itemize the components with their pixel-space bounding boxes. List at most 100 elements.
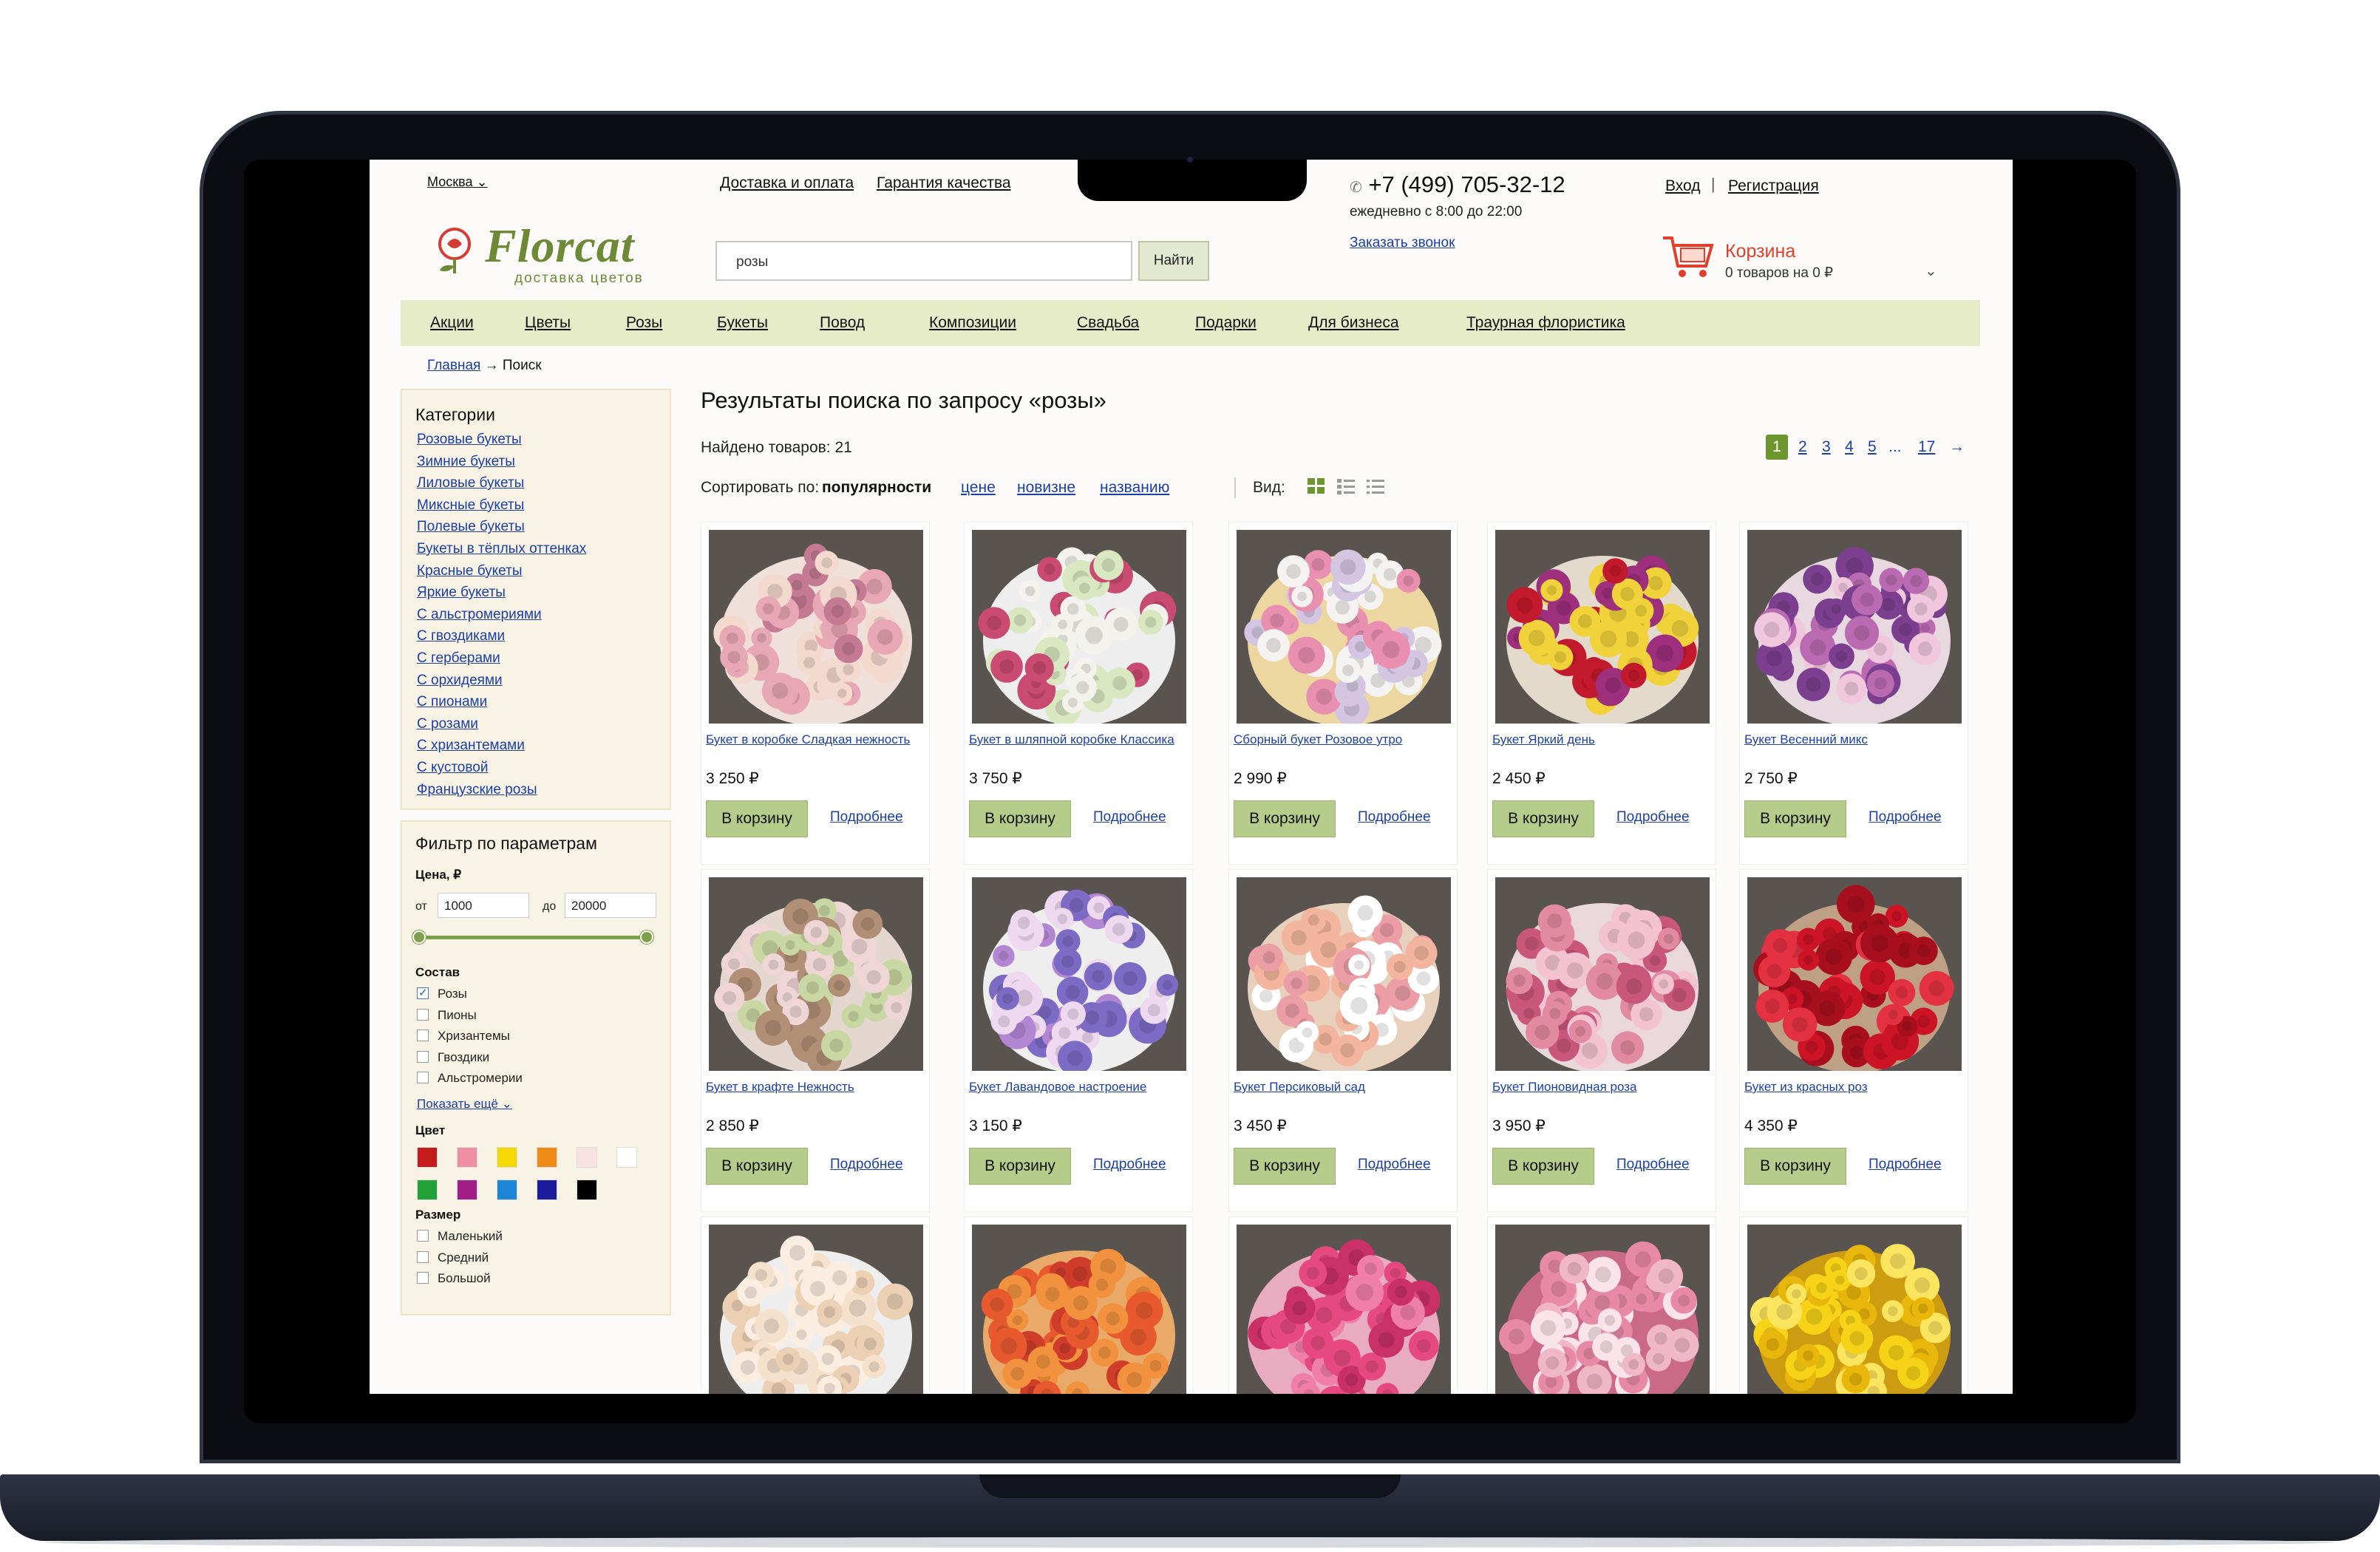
product-name-link[interactable]: Букет Персиковый сад bbox=[1234, 1080, 1365, 1095]
details-link[interactable]: Подробнее bbox=[1616, 1157, 1690, 1173]
sort-option-new[interactable]: новизне bbox=[1017, 479, 1075, 497]
color-swatch[interactable] bbox=[417, 1180, 438, 1200]
category-link[interactable]: Букеты в тёплых оттенках bbox=[417, 541, 586, 557]
breadcrumb-home[interactable]: Главная bbox=[427, 358, 480, 373]
category-link[interactable]: Красные букеты bbox=[417, 563, 522, 579]
composition-checkbox[interactable] bbox=[417, 1008, 429, 1021]
price-slider-min-handle[interactable] bbox=[412, 930, 426, 944]
details-link[interactable]: Подробнее bbox=[830, 809, 903, 826]
product-name-link[interactable]: Букет Весенний микс bbox=[1744, 732, 1868, 747]
category-link[interactable]: Зимние букеты bbox=[417, 454, 515, 470]
category-link[interactable]: С розами bbox=[417, 716, 478, 732]
composition-checkbox[interactable] bbox=[417, 1050, 429, 1063]
search-input[interactable]: розы bbox=[715, 241, 1132, 281]
color-swatch[interactable] bbox=[497, 1147, 517, 1168]
logo[interactable]: Florcat доставка цветов bbox=[427, 219, 656, 293]
add-to-cart-button[interactable]: В корзину bbox=[1492, 1148, 1594, 1185]
register-link[interactable]: Регистрация bbox=[1728, 177, 1819, 195]
product-photo[interactable] bbox=[972, 1225, 1186, 1394]
size-checkbox[interactable] bbox=[417, 1250, 429, 1263]
category-link[interactable]: Полевые букеты bbox=[417, 519, 525, 535]
product-photo[interactable] bbox=[1237, 530, 1451, 724]
product-photo[interactable] bbox=[1495, 1225, 1710, 1394]
price-to-input[interactable]: 20000 bbox=[565, 893, 656, 918]
product-photo[interactable] bbox=[1495, 877, 1710, 1071]
color-swatch[interactable] bbox=[457, 1180, 477, 1200]
nav-item-wedding[interactable]: Свадьба bbox=[1077, 314, 1139, 332]
product-photo[interactable] bbox=[1747, 877, 1962, 1071]
add-to-cart-button[interactable]: В корзину bbox=[969, 1148, 1071, 1185]
composition-checkbox[interactable] bbox=[417, 1029, 429, 1041]
details-link[interactable]: Подробнее bbox=[1869, 809, 1942, 826]
page-link[interactable]: 2 bbox=[1798, 435, 1807, 460]
nav-item-flowers[interactable]: Цветы bbox=[525, 314, 571, 332]
sort-option-price[interactable]: цене bbox=[961, 479, 996, 497]
category-link[interactable]: Французские розы bbox=[417, 782, 537, 798]
color-swatch[interactable] bbox=[417, 1147, 438, 1168]
product-name-link[interactable]: Букет Пионовидная роза bbox=[1492, 1080, 1637, 1095]
product-name-link[interactable]: Букет из красных роз bbox=[1744, 1080, 1868, 1095]
page-link[interactable]: 4 bbox=[1845, 435, 1854, 460]
add-to-cart-button[interactable]: В корзину bbox=[1492, 800, 1594, 837]
nav-item-compositions[interactable]: Композиции bbox=[929, 314, 1016, 332]
details-link[interactable]: Подробнее bbox=[1358, 1157, 1431, 1173]
details-link[interactable]: Подробнее bbox=[830, 1157, 903, 1173]
show-more-link[interactable]: Показать ещё ⌄ bbox=[417, 1097, 512, 1112]
add-to-cart-button[interactable]: В корзину bbox=[969, 800, 1071, 837]
product-photo[interactable] bbox=[972, 877, 1186, 1071]
category-link[interactable]: С хризантемами bbox=[417, 738, 525, 754]
price-slider-track[interactable] bbox=[418, 936, 646, 939]
add-to-cart-button[interactable]: В корзину bbox=[1744, 1148, 1846, 1185]
chevron-down-icon[interactable]: ⌄ bbox=[1925, 262, 1937, 280]
cart-icon[interactable] bbox=[1662, 234, 1715, 281]
product-name-link[interactable]: Букет Лавандовое настроение bbox=[969, 1080, 1146, 1095]
product-name-link[interactable]: Сборный букет Розовое утро bbox=[1234, 732, 1402, 747]
product-name-link[interactable]: Букет в коробке Сладкая нежность bbox=[706, 732, 910, 747]
product-name-link[interactable]: Букет Яркий день bbox=[1492, 732, 1595, 747]
product-photo[interactable] bbox=[1747, 1225, 1962, 1394]
size-checkbox[interactable] bbox=[417, 1230, 429, 1242]
add-to-cart-button[interactable]: В корзину bbox=[706, 1148, 808, 1185]
color-swatch[interactable] bbox=[577, 1147, 597, 1168]
product-photo[interactable] bbox=[1495, 530, 1710, 724]
table-view-icon[interactable] bbox=[1366, 477, 1385, 495]
page-link[interactable]: 17 bbox=[1918, 435, 1935, 460]
details-link[interactable]: Подробнее bbox=[1869, 1157, 1942, 1173]
category-link[interactable]: С герберами bbox=[417, 650, 500, 667]
add-to-cart-button[interactable]: В корзину bbox=[1234, 800, 1336, 837]
nav-item-bouquets[interactable]: Букеты bbox=[717, 314, 768, 332]
category-link[interactable]: С альстромериями bbox=[417, 607, 542, 623]
composition-checkbox[interactable] bbox=[417, 986, 429, 999]
sort-option-name[interactable]: названию bbox=[1100, 479, 1169, 497]
login-link[interactable]: Вход bbox=[1665, 177, 1701, 195]
product-photo[interactable] bbox=[1237, 877, 1451, 1071]
product-photo[interactable] bbox=[709, 1225, 923, 1394]
price-from-input[interactable]: 1000 bbox=[438, 893, 529, 918]
color-swatch[interactable] bbox=[616, 1147, 637, 1168]
search-button[interactable]: Найти bbox=[1138, 241, 1209, 281]
category-link[interactable]: Миксные букеты bbox=[417, 497, 524, 514]
add-to-cart-button[interactable]: В корзину bbox=[1744, 800, 1846, 837]
callback-link[interactable]: Заказать звонок bbox=[1350, 235, 1455, 251]
details-link[interactable]: Подробнее bbox=[1093, 809, 1166, 826]
quality-link[interactable]: Гарантия качества bbox=[877, 174, 1011, 192]
nav-item-business[interactable]: Для бизнеса bbox=[1308, 314, 1399, 332]
composition-checkbox[interactable] bbox=[417, 1072, 429, 1083]
page-link[interactable]: 5 bbox=[1868, 435, 1877, 460]
cart-title[interactable]: Корзина bbox=[1725, 241, 1795, 262]
grid-view-icon[interactable] bbox=[1307, 477, 1326, 495]
next-page-arrow[interactable]: → bbox=[1949, 435, 1965, 460]
nav-item-gifts[interactable]: Подарки bbox=[1195, 314, 1257, 332]
list-view-icon[interactable] bbox=[1336, 477, 1356, 495]
phone-number[interactable]: ✆ +7 (499) 705-32-12 bbox=[1350, 171, 1565, 198]
category-link[interactable]: С пионами bbox=[417, 694, 487, 710]
product-photo[interactable] bbox=[1237, 1225, 1451, 1394]
product-photo[interactable] bbox=[709, 877, 923, 1071]
nav-item-promo[interactable]: Акции bbox=[430, 314, 474, 332]
category-link[interactable]: С гвоздиками bbox=[417, 628, 505, 644]
page-link[interactable]: 3 bbox=[1822, 435, 1831, 460]
product-name-link[interactable]: Букет в крафте Нежность bbox=[706, 1080, 854, 1095]
color-swatch[interactable] bbox=[457, 1147, 477, 1168]
color-swatch[interactable] bbox=[577, 1180, 597, 1200]
category-link[interactable]: С кустовой bbox=[417, 760, 488, 776]
